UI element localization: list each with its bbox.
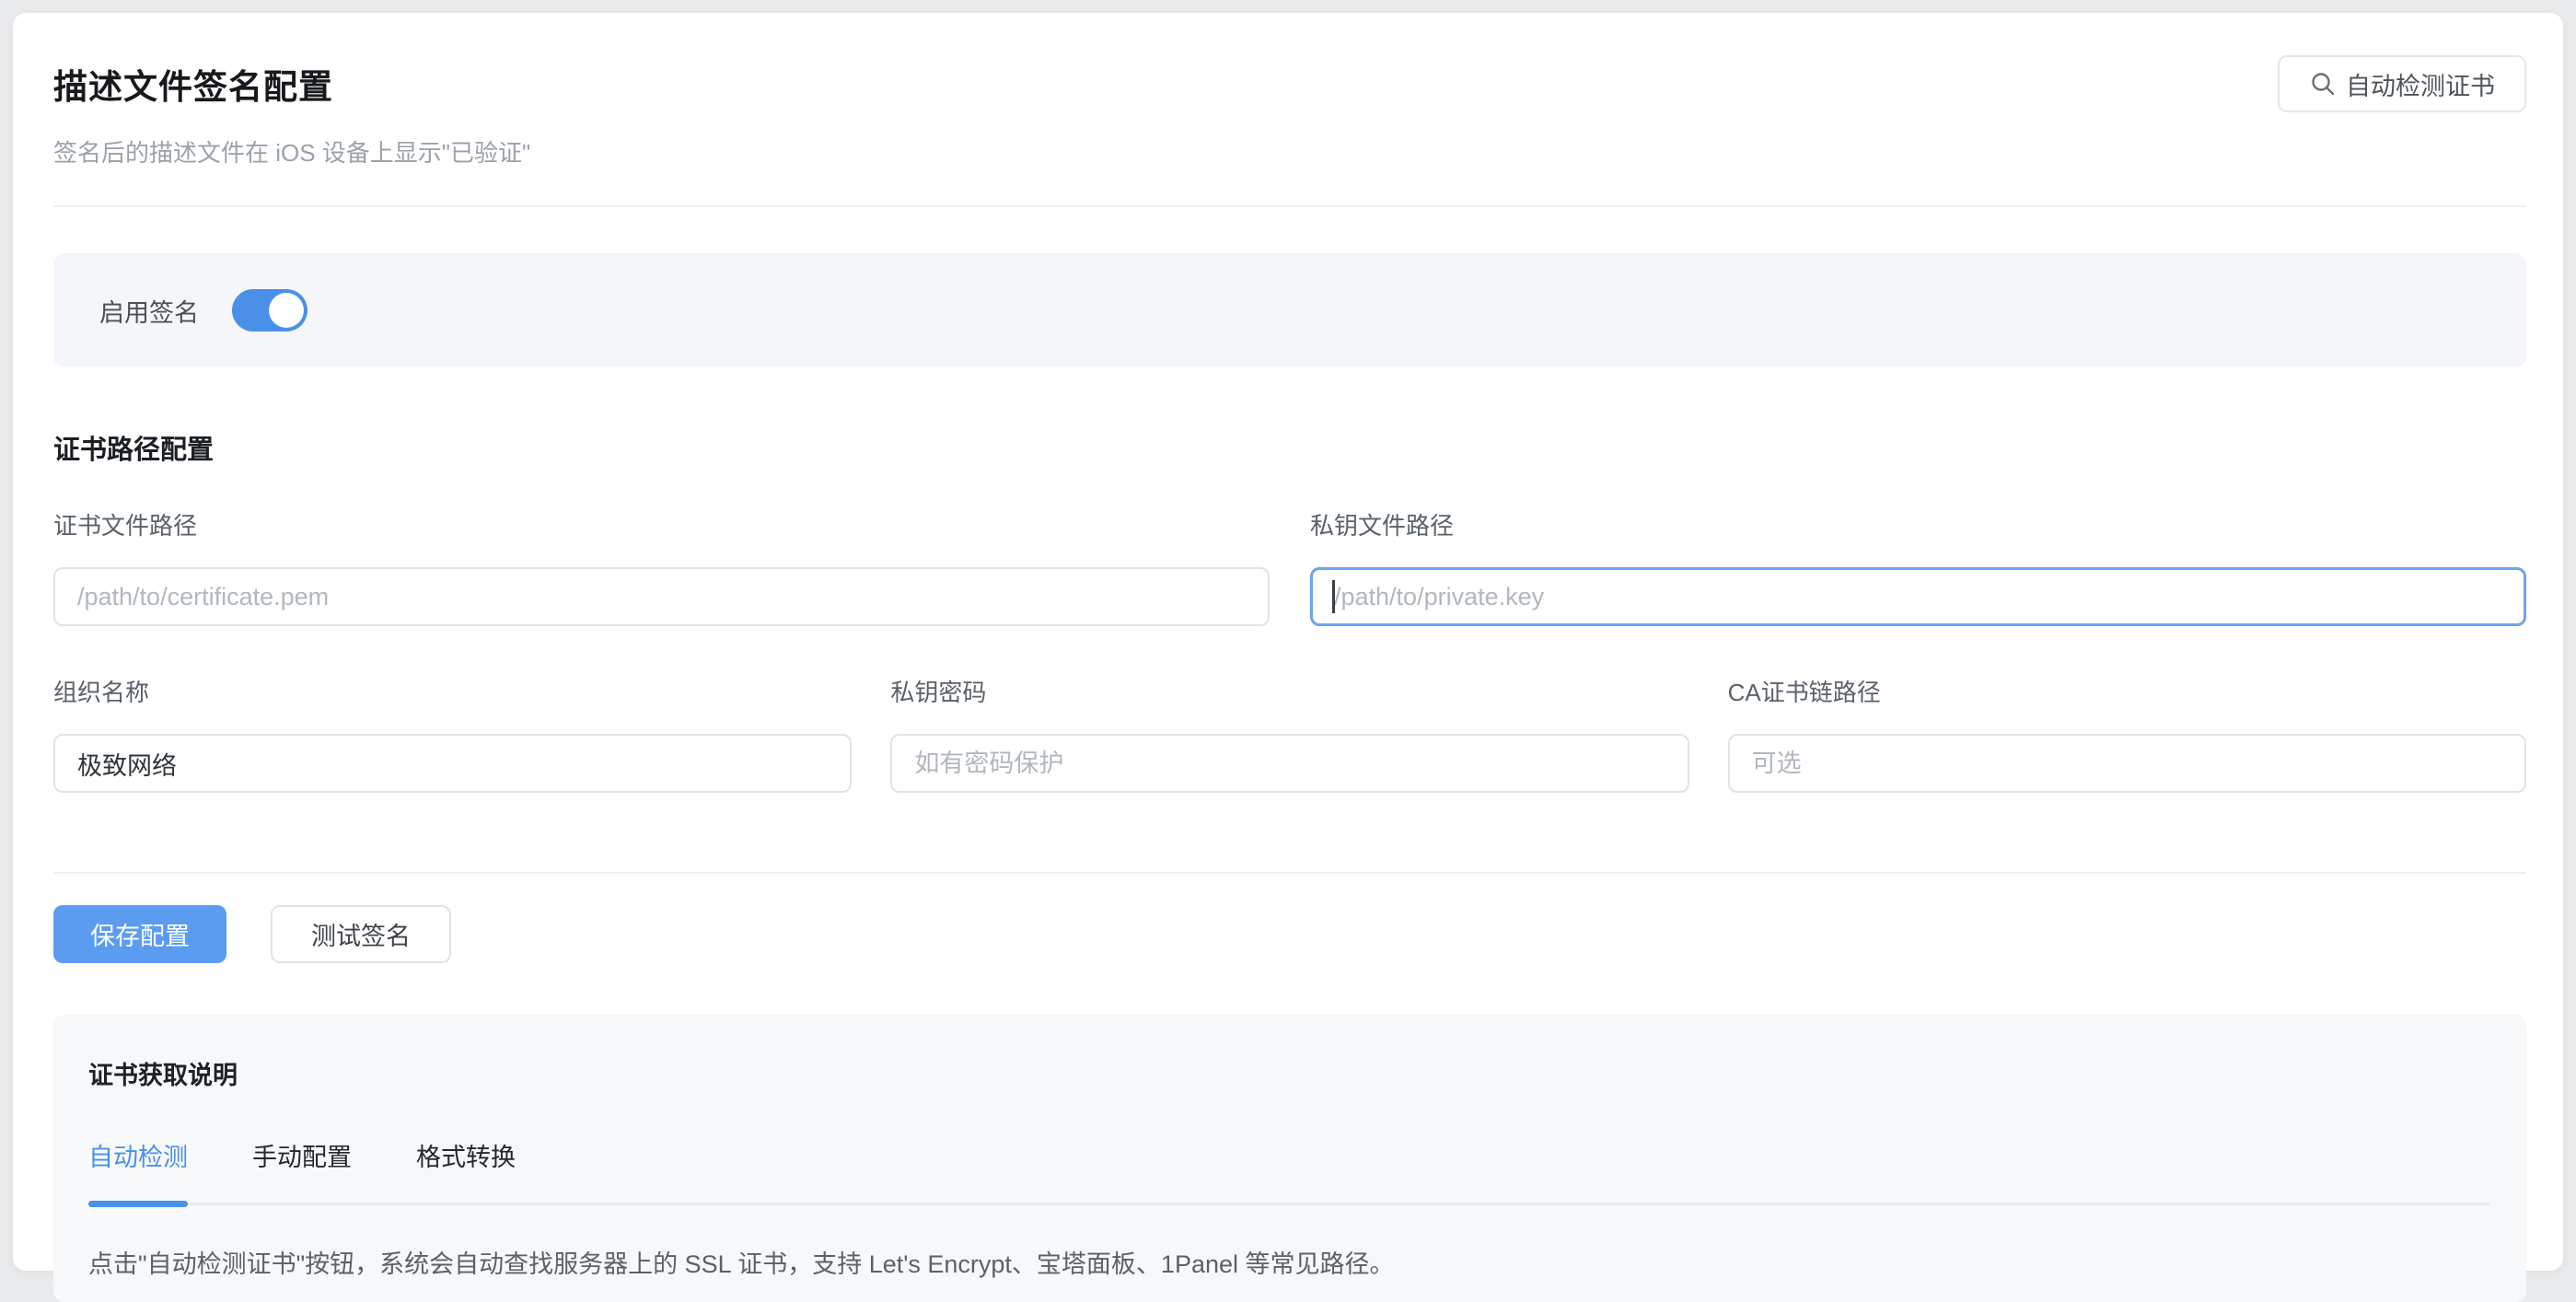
cert-file-path-field: 证书文件路径 <box>53 507 1270 626</box>
cert-file-path-input-wrap <box>53 567 1270 626</box>
tab-format-convert[interactable]: 格式转换 <box>416 1137 516 1203</box>
cert-help-title: 证书获取说明 <box>88 1055 2489 1091</box>
cert-help-card: 证书获取说明 自动检测 手动配置 格式转换 点击"自动检测证书"按钮，系统会自动… <box>53 1015 2526 1302</box>
header-divider <box>53 205 2526 207</box>
ca-chain-input[interactable] <box>1728 734 2526 793</box>
test-signing-button[interactable]: 测试签名 <box>271 905 451 963</box>
cert-file-path-label: 证书文件路径 <box>53 507 1270 541</box>
page-title: 描述文件签名配置 <box>53 59 530 109</box>
auto-detect-cert-button-label: 自动检测证书 <box>2346 66 2495 102</box>
action-row: 保存配置 测试签名 <box>53 905 2526 963</box>
toggle-knob <box>269 293 304 328</box>
key-password-input[interactable] <box>890 734 1688 793</box>
auto-detect-cert-button[interactable]: 自动检测证书 <box>2278 55 2526 112</box>
org-name-input[interactable] <box>53 734 852 793</box>
text-cursor <box>1332 580 1335 613</box>
save-config-button[interactable]: 保存配置 <box>53 905 226 963</box>
cert-help-tabs: 自动检测 手动配置 格式转换 <box>88 1137 2489 1205</box>
enable-signing-label: 启用签名 <box>99 293 199 329</box>
org-name-label: 组织名称 <box>53 674 852 708</box>
ca-chain-label: CA证书链路径 <box>1728 674 2526 708</box>
key-file-path-input-wrap <box>1310 567 2526 626</box>
panel-header: 描述文件签名配置 签名后的描述文件在 iOS 设备上显示"已验证" 自动检测证书 <box>53 52 2526 169</box>
profile-signing-panel: 描述文件签名配置 签名后的描述文件在 iOS 设备上显示"已验证" 自动检测证书… <box>13 13 2563 1271</box>
key-password-input-wrap <box>890 734 1688 793</box>
key-password-field: 私钥密码 <box>890 674 1688 793</box>
cert-extra-row: 组织名称 私钥密码 CA证书链路径 <box>53 674 2526 793</box>
header-text-block: 描述文件签名配置 签名后的描述文件在 iOS 设备上显示"已验证" <box>53 52 530 169</box>
cert-file-path-input[interactable] <box>53 567 1270 626</box>
cert-path-section-title: 证书路径配置 <box>53 428 2526 467</box>
enable-signing-toggle[interactable] <box>232 289 307 331</box>
key-file-path-input[interactable] <box>1310 567 2526 626</box>
page-subtitle: 签名后的描述文件在 iOS 设备上显示"已验证" <box>53 134 530 169</box>
ca-chain-input-wrap <box>1728 734 2526 793</box>
enable-signing-panel: 启用签名 <box>53 253 2526 367</box>
cert-help-content: 点击"自动检测证书"按钮，系统会自动查找服务器上的 SSL 证书，支持 Let'… <box>88 1244 2489 1280</box>
ca-chain-field: CA证书链路径 <box>1728 674 2526 793</box>
tab-manual-config[interactable]: 手动配置 <box>252 1137 352 1203</box>
search-icon <box>2309 70 2337 98</box>
form-divider <box>53 872 2526 874</box>
key-file-path-field: 私钥文件路径 <box>1310 507 2526 626</box>
cert-path-row: 证书文件路径 私钥文件路径 <box>53 507 2526 626</box>
org-name-input-wrap <box>53 734 852 793</box>
key-file-path-label: 私钥文件路径 <box>1310 507 2526 541</box>
org-name-field: 组织名称 <box>53 674 852 793</box>
key-password-label: 私钥密码 <box>890 674 1688 708</box>
tab-auto-detect[interactable]: 自动检测 <box>88 1137 188 1203</box>
